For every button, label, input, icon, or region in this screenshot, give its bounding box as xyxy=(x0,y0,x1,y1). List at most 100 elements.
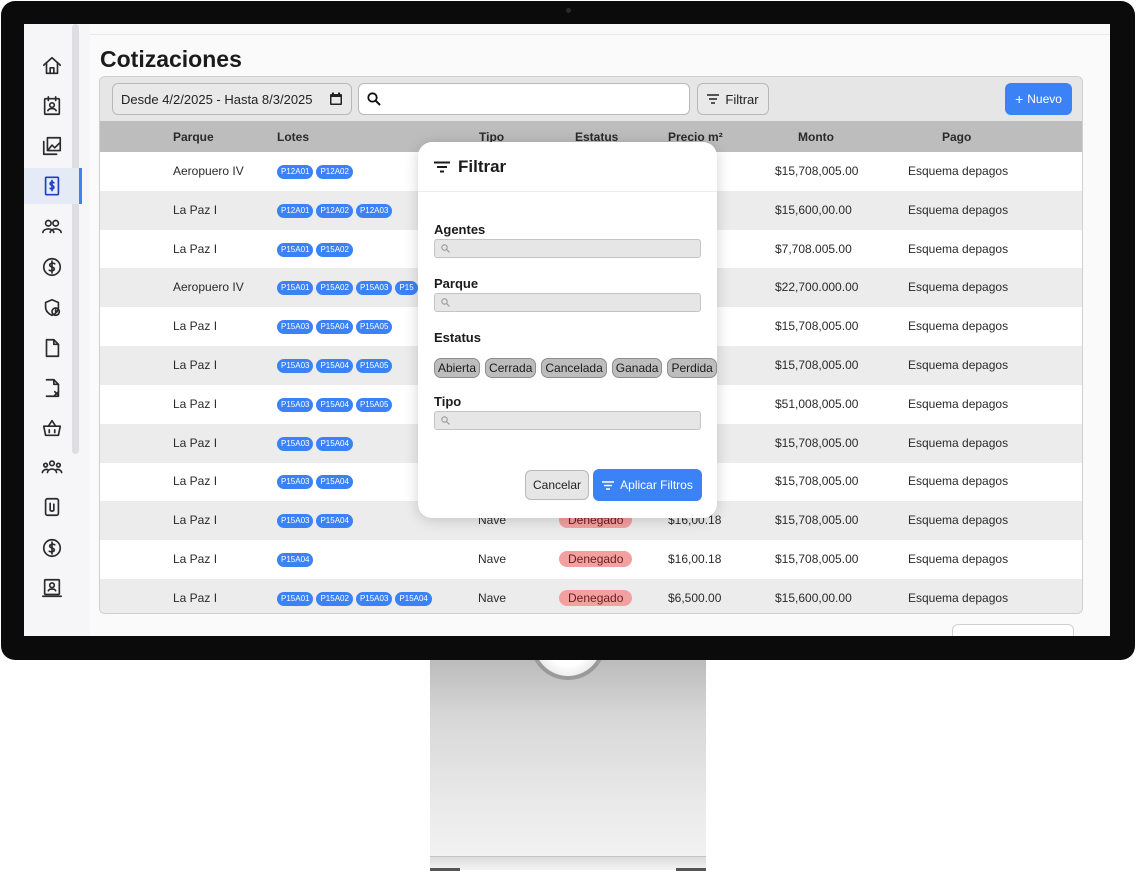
file-x-icon xyxy=(45,378,60,398)
page-title: Cotizaciones xyxy=(100,46,242,72)
lote-chip[interactable]: P15A03 xyxy=(277,436,314,451)
cell-parque: La Paz I xyxy=(173,396,218,411)
lote-chip[interactable]: P15A03 xyxy=(355,591,393,606)
header-monto[interactable]: Monto xyxy=(798,130,834,144)
sidebar-item-dollar-circle[interactable] xyxy=(32,530,72,566)
lote-chip[interactable]: P15A04 xyxy=(316,359,353,373)
lote-chip[interactable]: P15A05 xyxy=(355,397,393,412)
lote-chip[interactable]: P12A02 xyxy=(316,203,353,218)
cell-parque: Aeropuero IV xyxy=(173,280,244,295)
sidebar-item-invoice[interactable] xyxy=(24,168,82,204)
cell-parque: La Paz I xyxy=(173,474,218,489)
sidebar-scrollbar[interactable] xyxy=(72,24,79,454)
sidebar-item-home[interactable] xyxy=(32,48,72,84)
sidebar-item-file-x[interactable] xyxy=(32,370,72,406)
cell-parque: La Paz I xyxy=(173,435,218,450)
cell-parque: La Paz I xyxy=(173,552,218,566)
cell-pago: Esquema depagos xyxy=(908,358,1009,372)
lote-chip[interactable]: P15A03 xyxy=(277,359,314,373)
header-pago[interactable]: Pago xyxy=(942,130,971,144)
cell-pago: Esquema depagos xyxy=(908,590,1009,605)
plus-icon: + xyxy=(1015,91,1024,107)
tipo-input[interactable] xyxy=(454,415,700,426)
sidebar-item-dollar[interactable] xyxy=(32,249,72,285)
lote-chip[interactable]: P15 xyxy=(395,281,418,296)
lote-chip[interactable]: P15A03 xyxy=(277,397,314,412)
cancel-button[interactable]: Cancelar xyxy=(525,470,589,500)
lote-chip[interactable]: P15A04 xyxy=(316,514,353,529)
sidebar-item-users[interactable] xyxy=(32,208,72,244)
parque-input[interactable] xyxy=(454,297,700,308)
lote-chip[interactable]: P15A04 xyxy=(316,436,353,451)
lote-chip[interactable]: P15A04 xyxy=(316,320,353,335)
lote-chip[interactable]: P15A03 xyxy=(277,475,314,490)
table-row[interactable]: La Paz I P15A01 P15A02 P15A03 P15A04 Nave Dene… xyxy=(100,578,1082,613)
header-lotes[interactable]: Lotes xyxy=(277,130,309,144)
date-range-picker[interactable]: Desde 4/2/2025 - Hasta 8/3/2025 xyxy=(112,83,352,115)
tipo-input-box[interactable] xyxy=(434,411,701,430)
header-parque[interactable]: Parque xyxy=(173,130,214,144)
sidebar-item-contact-card[interactable] xyxy=(32,88,72,124)
lote-chip[interactable]: P15A05 xyxy=(355,320,393,335)
sidebar-item-gallery[interactable] xyxy=(32,128,72,164)
cell-lotes: P15A03 P15A04 P15A05 xyxy=(277,396,395,412)
cell-lotes: P15A03 P15A04 P15A05 xyxy=(277,357,395,373)
search-box[interactable] xyxy=(358,83,690,115)
cell-monto: $15,708,005.00 xyxy=(775,319,859,334)
lote-chip[interactable]: P12A01 xyxy=(277,203,314,218)
stand-foot-left xyxy=(430,868,460,871)
cell-pago: Esquema depagos xyxy=(908,396,1009,411)
cell-monto: $7,708.005.00 xyxy=(775,241,852,256)
cell-lotes: P15A03 P15A04 P15A05 xyxy=(277,318,395,335)
cell-lotes: P12A01 P12A02 xyxy=(277,163,356,179)
lote-chip[interactable]: P12A02 xyxy=(316,165,353,179)
cell-monto: $15,708,005.00 xyxy=(775,513,859,528)
search-input[interactable] xyxy=(387,85,689,113)
cell-monto: $15,708,005.00 xyxy=(775,358,859,372)
lote-chip[interactable]: P15A03 xyxy=(277,320,314,335)
cell-lotes: P15A04 xyxy=(277,551,316,567)
status-badge: Denegado xyxy=(559,589,633,606)
status-chip-abierta[interactable]: Abierta xyxy=(434,358,481,378)
pagination[interactable] xyxy=(952,624,1074,636)
table-row[interactable]: La Paz I P15A04 Nave Denegado $16,00.18 $15,7… xyxy=(100,540,1082,579)
lote-chip[interactable]: P15A02 xyxy=(316,591,353,606)
lote-chip[interactable]: P15A01 xyxy=(277,591,314,606)
status-badge: Denegado xyxy=(559,551,633,567)
status-chip-ganada[interactable]: Ganada xyxy=(611,358,663,378)
status-chip-cerrada[interactable]: Cerrada xyxy=(485,358,537,378)
contact-card-icon xyxy=(43,96,61,116)
lote-chip[interactable]: P15A04 xyxy=(316,397,353,412)
lote-chip[interactable]: P15A04 xyxy=(277,553,314,567)
sidebar-item-paperclip-doc[interactable] xyxy=(32,489,72,525)
sidebar-item-team[interactable] xyxy=(32,449,72,485)
status-chip-perdida[interactable]: Perdida xyxy=(667,358,717,378)
lote-chip[interactable]: P12A01 xyxy=(277,165,314,179)
cell-parque: La Paz I xyxy=(173,319,218,334)
lote-chip[interactable]: P15A04 xyxy=(395,591,432,606)
sidebar-item-file[interactable] xyxy=(32,330,72,366)
lote-chip[interactable]: P15A05 xyxy=(355,359,393,373)
parque-input-box[interactable] xyxy=(434,293,701,312)
filter-button[interactable]: Filtrar xyxy=(697,83,769,115)
lote-chip[interactable]: P15A02 xyxy=(316,281,353,296)
lote-chip[interactable]: P15A03 xyxy=(277,514,314,529)
status-chip-cancelada[interactable]: Cancelada xyxy=(541,358,607,378)
lote-chip[interactable]: P15A01 xyxy=(277,281,314,296)
cell-parque: La Paz I xyxy=(173,513,218,528)
lote-chip[interactable]: P15A04 xyxy=(316,475,353,490)
estatus-label: Estatus xyxy=(434,330,481,345)
new-button[interactable]: + Nuevo xyxy=(1005,83,1072,115)
lote-chip[interactable]: P15A02 xyxy=(316,242,353,257)
new-button-label: Nuevo xyxy=(1027,92,1062,106)
lote-chip[interactable]: P12A03 xyxy=(355,203,393,218)
agentes-label: Agentes xyxy=(434,222,486,237)
lote-chip[interactable]: P15A01 xyxy=(277,242,314,257)
lote-chip[interactable]: P15A03 xyxy=(355,281,393,296)
apply-filters-button[interactable]: Aplicar Filtros xyxy=(593,469,702,501)
agentes-input[interactable] xyxy=(454,243,700,254)
sidebar-item-shield-clock[interactable] xyxy=(32,290,72,326)
sidebar-item-badge[interactable] xyxy=(32,570,72,606)
sidebar-item-basket[interactable] xyxy=(32,410,72,446)
agentes-input-box[interactable] xyxy=(434,239,701,258)
